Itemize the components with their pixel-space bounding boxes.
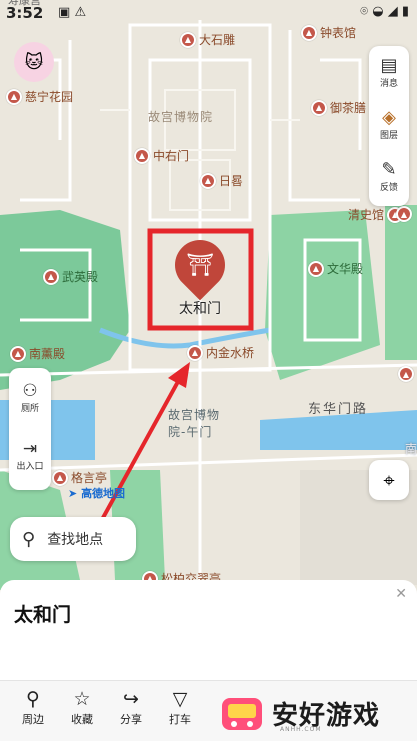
area-label-wumen: 故宫博物院-午门 (168, 408, 221, 439)
road-label-donghuamen: 东华门路 (308, 402, 369, 417)
detail-title: 太和门 (14, 604, 72, 626)
messages-button[interactable]: ▤ 消息 (369, 46, 409, 98)
watermark-logo-icon (222, 697, 262, 730)
poi-pin-icon: ▲ (10, 345, 26, 362)
search-box[interactable]: ⚲ 查找地点 (10, 517, 136, 561)
search-nearby-icon: ⚲ (26, 688, 40, 710)
locate-button[interactable]: ⌖ (369, 460, 409, 500)
search-placeholder: 查找地点 (47, 532, 104, 548)
warning-icon: ⚠ (74, 5, 87, 20)
watermark: 安好游戏 ANHH.COM (218, 686, 417, 741)
battery-icon: ▮ (401, 4, 409, 19)
poi-pin-icon: ▲ (134, 147, 150, 164)
poi-yu-cha-shan[interactable]: ▲ 御茶膳 (311, 99, 366, 116)
share-icon: ↪ (123, 688, 139, 710)
poi-pin-icon: ▲ (301, 24, 317, 41)
layers-button[interactable]: ◈ 图层 (369, 98, 409, 150)
selected-marker[interactable]: ⛩ 太和门 (164, 229, 236, 320)
search-icon: ⚲ (22, 528, 36, 550)
poi-pin-icon: ▲ (52, 469, 68, 486)
status-left-icons: ▣ ⚠ (58, 5, 86, 20)
poi-da-shi-diao[interactable]: ▲ 大石雕 (180, 31, 235, 48)
poi-pin-icon: ▲ (6, 88, 22, 105)
entrance-exit-button[interactable]: ⇥ 出入口 (9, 426, 51, 484)
share-button[interactable]: ↪ 分享 (109, 687, 153, 727)
area-label-gugong: 故宫博物院 (148, 110, 214, 124)
poi-nan[interactable]: 南 (405, 440, 417, 457)
poi-ge-yan-ting[interactable]: ▲ 格言亭 (52, 469, 107, 486)
selected-marker-pin-icon: ⛩ (164, 229, 236, 301)
poi-pin-icon: ▲ (43, 268, 59, 285)
selected-marker-label: 太和门 (179, 301, 221, 317)
poi-zhong-you-men[interactable]: ▲ 中右门 (134, 147, 189, 164)
message-icon: ▤ (380, 54, 398, 76)
nearby-button[interactable]: ⚲ 周边 (11, 687, 55, 727)
status-right-icons: ⌾ ◒ ◢ ▮ (360, 4, 409, 19)
toilet-icon: ⚇ (22, 380, 38, 401)
watermark-subtext: ANHH.COM (280, 726, 322, 733)
left-toolbar: ⚇ 厕所 ⇥ 出入口 (9, 368, 51, 490)
poi-wen-hua-dian[interactable]: ▲ 文华殿 (308, 260, 363, 277)
map-logo: ➤ 高德地图 (68, 487, 126, 500)
poi-ri-gui[interactable]: ▲ 日晷 (200, 172, 243, 189)
poi-pin-icon: ▲ (311, 99, 327, 116)
close-icon[interactable]: ✕ (395, 586, 407, 602)
notification-a-icon: ▣ (58, 5, 71, 20)
poi-pin-icon: ▲ (396, 206, 412, 222)
favorite-button[interactable]: ☆ 收藏 (60, 687, 104, 727)
signal-icon: ◢ (387, 4, 398, 19)
poi-pin-icon: ▲ (200, 172, 216, 189)
right-toolbar: ▤ 消息 ◈ 图层 ✎ 反馈 (369, 46, 409, 206)
poi-unnamed-pin-2[interactable]: ▲ (396, 206, 415, 222)
wifi-icon: ◒ (372, 4, 384, 19)
crosshair-icon: ⌖ (383, 468, 395, 492)
poi-wu-ying-dian[interactable]: ▲ 武英殿 (43, 268, 98, 285)
edit-feedback-icon: ✎ (381, 158, 397, 180)
status-time: 3:52 (6, 4, 44, 22)
poi-nan-xun-dian[interactable]: ▲ 南薰殿 (10, 345, 65, 362)
detail-sheet: ✕ 太和门 (0, 580, 417, 680)
location-icon: ⌾ (360, 4, 369, 19)
poi-ci-ning-hua-yuan[interactable]: ▲ 慈宁花园 (6, 88, 73, 105)
avatar[interactable]: 🐱 (14, 42, 54, 82)
taxi-icon: ▽ (172, 688, 188, 710)
logo-arrow-icon: ➤ (68, 487, 78, 500)
poi-pin-icon: ▲ (187, 344, 203, 361)
entrance-exit-icon: ⇥ (22, 438, 38, 459)
poi-zhong-biao-guan[interactable]: ▲ 钟表馆 (301, 24, 356, 41)
layers-icon: ◈ (382, 106, 396, 128)
star-icon: ☆ (73, 688, 91, 710)
poi-pin-icon: ▲ (398, 366, 414, 382)
poi-pin-icon: ▲ (180, 31, 196, 48)
taxi-button[interactable]: ▽ 打车 (158, 687, 202, 727)
poi-nei-jin-shui-qiao[interactable]: ▲ 内金水桥 (187, 344, 254, 361)
feedback-button[interactable]: ✎ 反馈 (369, 150, 409, 202)
toilet-button[interactable]: ⚇ 厕所 (9, 368, 51, 426)
poi-pin-icon: ▲ (308, 260, 324, 277)
poi-unnamed-pin[interactable]: ▲ (398, 366, 417, 382)
